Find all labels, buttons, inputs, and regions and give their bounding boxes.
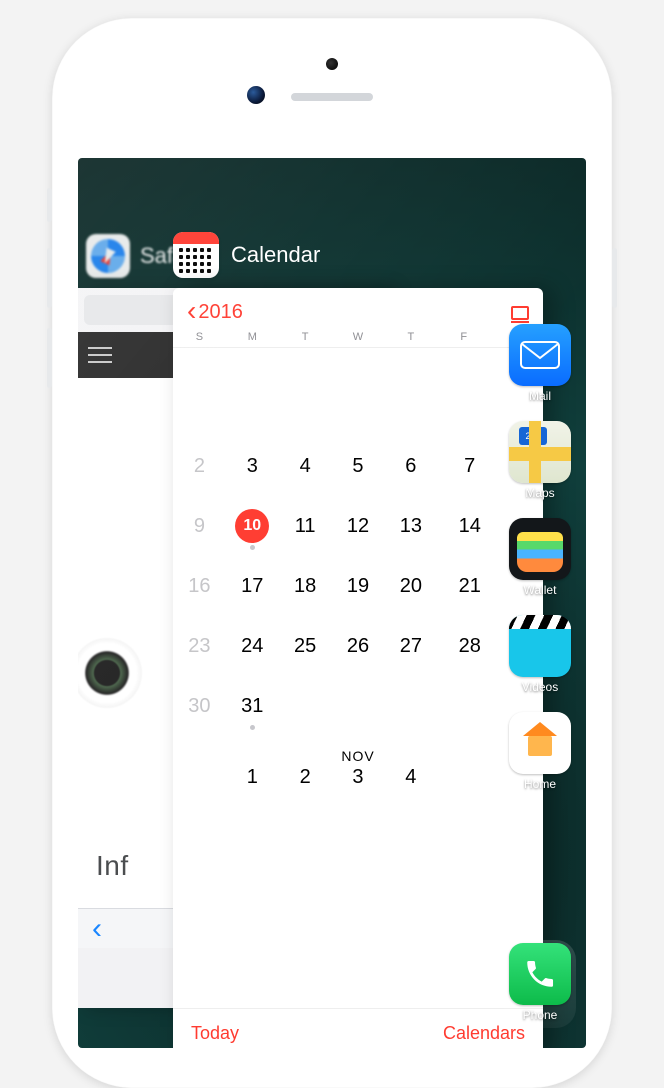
page-image-eye <box>78 638 142 708</box>
calendar-day-cell[interactable]: 25 <box>279 616 332 676</box>
calendar-day-cell[interactable]: 13 <box>384 496 437 556</box>
app-switcher-calendar-header[interactable]: Calendar <box>173 232 320 278</box>
calendar-day-cell[interactable]: 24 <box>226 616 279 676</box>
wallet-app-icon <box>509 518 571 580</box>
dock[interactable]: Phone <box>504 940 576 1028</box>
calendar-day-cell[interactable]: 17 <box>226 556 279 616</box>
calendar-day-cell[interactable]: 19 <box>332 556 385 616</box>
power-button <box>612 248 617 308</box>
calendar-day-cell[interactable]: 20 <box>384 556 437 616</box>
screen: Safa Inf ‹ <box>78 158 586 1048</box>
phone-app-icon <box>509 943 571 1005</box>
safari-app-icon <box>86 234 130 278</box>
weekday-cell: M <box>226 331 279 343</box>
calendar-day-cell[interactable]: 12 <box>332 496 385 556</box>
phone-app-label: Phone <box>523 1008 558 1022</box>
calendar-app-icon <box>173 232 219 278</box>
home-app-mail[interactable]: Mail <box>509 324 571 403</box>
chevron-left-icon: ‹ <box>187 297 196 325</box>
mail-app-label: Mail <box>529 389 551 403</box>
home-app-label: Home <box>524 777 556 791</box>
calendar-day-cell[interactable]: 18 <box>279 556 332 616</box>
calendar-day-cell[interactable]: 2 <box>279 766 332 789</box>
volume-up-button <box>47 248 52 308</box>
calendar-day-cell[interactable]: 21 <box>437 556 490 616</box>
earpiece <box>291 93 373 101</box>
calendar-day-cell[interactable]: 4 <box>279 436 332 496</box>
sensor-dot <box>326 58 338 70</box>
weekday-cell: T <box>384 331 437 343</box>
calendar-day-cell <box>173 766 226 789</box>
maps-app-icon: 280 <box>509 421 571 483</box>
front-camera <box>247 86 265 104</box>
calendar-back-to-year[interactable]: ‹ 2016 <box>187 300 243 325</box>
calendar-day-cell[interactable]: 4 <box>384 766 437 789</box>
calendar-view-toggle-icon[interactable] <box>511 306 529 320</box>
app-switcher-card-calendar[interactable]: ‹ 2016 SMTWTFS 2345679101112131416171819… <box>173 288 543 1048</box>
calendar-next-month-label: NOV <box>173 736 543 766</box>
calendar-day-cell[interactable]: 30 <box>173 676 226 736</box>
iphone-frame: Safa Inf ‹ <box>52 18 612 1088</box>
home-app-home[interactable]: Home <box>509 712 571 791</box>
calendar-day-cell[interactable]: 2 <box>173 436 226 496</box>
calendar-day-cell <box>384 676 437 736</box>
page-heading-fragment: Inf <box>96 850 129 882</box>
calendar-day-cell[interactable]: 9 <box>173 496 226 556</box>
home-screen-app-column[interactable]: Mail 280 Maps Wallet Videos Home <box>502 324 578 791</box>
calendar-month-grid[interactable]: 2345679101112131416171819202123242526272… <box>173 436 543 736</box>
calendar-day-cell[interactable]: 3 <box>226 436 279 496</box>
app-switcher-safari-header[interactable]: Safa <box>86 234 185 278</box>
calendar-day-cell[interactable]: 16 <box>173 556 226 616</box>
safari-back-icon[interactable]: ‹ <box>92 914 102 944</box>
calendar-day-cell[interactable]: 26 <box>332 616 385 676</box>
calendar-calendars-button[interactable]: Calendars <box>443 1023 525 1044</box>
calendar-day-cell[interactable]: 3 <box>332 766 385 789</box>
videos-app-icon <box>509 615 571 677</box>
calendar-blank-space <box>173 348 543 436</box>
calendar-weekday-row: SMTWTFS <box>173 331 543 348</box>
calendar-day-cell[interactable]: 6 <box>384 436 437 496</box>
videos-app-label: Videos <box>522 680 558 694</box>
weekday-cell: S <box>173 331 226 343</box>
hamburger-icon <box>88 354 112 356</box>
calendar-day-cell <box>332 676 385 736</box>
weekday-cell: F <box>437 331 490 343</box>
calendar-day-cell[interactable]: 31 <box>226 676 279 736</box>
calendar-today-button[interactable]: Today <box>191 1023 239 1044</box>
mute-switch <box>47 188 52 222</box>
calendar-day-cell <box>437 766 490 789</box>
volume-down-button <box>47 328 52 388</box>
mail-app-icon <box>509 324 571 386</box>
calendar-day-cell[interactable]: 7 <box>437 436 490 496</box>
calendar-day-cell[interactable]: 23 <box>173 616 226 676</box>
calendar-day-cell[interactable]: 28 <box>437 616 490 676</box>
weekday-cell: W <box>332 331 385 343</box>
calendar-day-cell[interactable]: 1 <box>226 766 279 789</box>
weekday-cell: T <box>279 331 332 343</box>
dock-app-phone[interactable]: Phone <box>509 925 571 1022</box>
calendar-day-cell[interactable]: 27 <box>384 616 437 676</box>
calendar-day-cell[interactable]: 5 <box>332 436 385 496</box>
calendar-day-cell[interactable]: 10 <box>226 496 279 556</box>
wallet-app-label: Wallet <box>524 583 557 597</box>
home-app-icon <box>509 712 571 774</box>
maps-app-label: Maps <box>525 486 554 500</box>
home-app-maps[interactable]: 280 Maps <box>509 421 571 500</box>
calendar-day-cell[interactable]: 14 <box>437 496 490 556</box>
calendar-next-month-row[interactable]: 1234 <box>173 766 543 801</box>
calendar-day-cell <box>437 676 490 736</box>
calendar-day-cell[interactable]: 11 <box>279 496 332 556</box>
calendar-day-cell <box>279 676 332 736</box>
home-app-wallet[interactable]: Wallet <box>509 518 571 597</box>
home-app-videos[interactable]: Videos <box>509 615 571 694</box>
calendar-app-label: Calendar <box>231 242 320 268</box>
calendar-year-label: 2016 <box>198 301 243 324</box>
